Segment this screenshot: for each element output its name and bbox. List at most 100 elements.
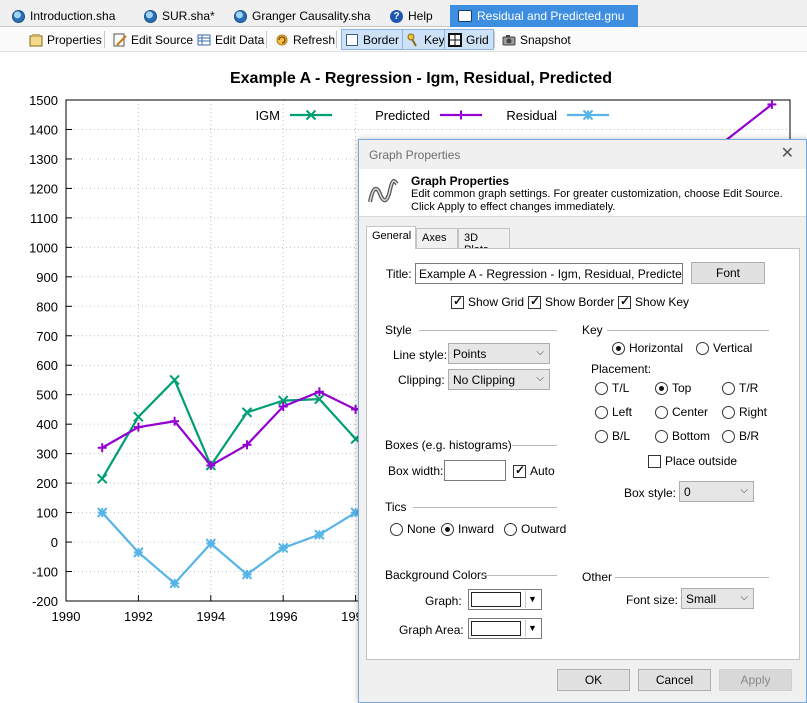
properties-icon xyxy=(29,33,43,47)
tab-help[interactable]: ? Help xyxy=(382,5,444,27)
placement-top-radio[interactable]: Top xyxy=(655,381,691,395)
tab-sur[interactable]: SUR.sha* xyxy=(136,5,224,27)
toolbar-separator xyxy=(494,31,495,48)
placement-right-radio[interactable]: Right xyxy=(722,405,767,419)
y-tick-label: 600 xyxy=(36,358,58,373)
tics-none-radio[interactable]: None xyxy=(390,522,436,536)
clipping-select[interactable]: No Clipping ⌵ xyxy=(448,369,550,390)
dialog-header: Graph Properties Edit common graph setti… xyxy=(359,169,806,217)
tab-3d-plots[interactable]: 3D Plots xyxy=(458,228,510,256)
tics-outward-label: Outward xyxy=(521,522,567,536)
refresh-button[interactable]: Refresh xyxy=(272,29,339,50)
data-point-residual xyxy=(96,507,108,518)
graph-color-picker[interactable]: ▼ xyxy=(468,589,542,610)
placement-bl-radio[interactable]: B/L xyxy=(595,429,630,443)
y-tick-label: 400 xyxy=(36,417,58,432)
placement-bottom-radio[interactable]: Bottom xyxy=(655,429,710,443)
radio-dot xyxy=(504,522,517,536)
placement-tr-label: T/R xyxy=(739,381,759,395)
graph-toolbar: Properties Edit Source Edit Data Refresh… xyxy=(0,27,807,52)
auto-checkbox[interactable]: Auto xyxy=(513,463,555,478)
boxes-group-label: Boxes (e.g. histograms) xyxy=(385,438,512,452)
key-icon xyxy=(406,33,420,47)
placement-br-radio[interactable]: B/R xyxy=(722,429,759,443)
edit-source-button[interactable]: Edit Source xyxy=(110,29,197,50)
title-label: Title: xyxy=(386,267,412,281)
y-tick-label: -200 xyxy=(32,594,58,609)
cancel-button[interactable]: Cancel xyxy=(638,669,711,691)
line-style-select[interactable]: Points ⌵ xyxy=(448,343,550,364)
properties-button[interactable]: Properties xyxy=(26,29,106,50)
tab-axes[interactable]: Axes xyxy=(416,228,458,248)
show-border-label: Show Border xyxy=(545,295,615,309)
horizontal-label: Horizontal xyxy=(629,341,684,355)
y-tick-label: 1000 xyxy=(29,240,58,255)
border-icon xyxy=(345,33,359,47)
ok-button[interactable]: OK xyxy=(557,669,630,691)
graph-area-color-picker[interactable]: ▼ xyxy=(468,618,542,639)
show-grid-label: Show Grid xyxy=(468,295,525,309)
box-style-select[interactable]: 0 ⌵ xyxy=(679,481,754,502)
placement-tr-radio[interactable]: T/R xyxy=(722,381,758,395)
x-tick-label: 1996 xyxy=(269,609,298,624)
document-icon xyxy=(144,9,157,23)
edit-source-icon xyxy=(113,33,127,47)
y-tick-label: 0 xyxy=(51,535,58,550)
edit-data-button[interactable]: Edit Data xyxy=(194,29,268,50)
place-outside-checkbox[interactable]: Place outside xyxy=(648,454,737,468)
y-tick-label: 300 xyxy=(36,447,58,462)
data-point-residual xyxy=(169,578,180,589)
y-tick-label: 900 xyxy=(36,270,58,285)
chevron-down-icon: ▼ xyxy=(525,620,539,637)
tics-inward-radio[interactable]: Inward xyxy=(441,522,494,536)
placement-center-radio[interactable]: Center xyxy=(655,405,708,419)
show-key-label: Show Key xyxy=(635,295,690,309)
placement-left-radio[interactable]: Left xyxy=(595,405,632,419)
radio-dot xyxy=(595,381,608,395)
tab-granger-causality[interactable]: Granger Causality.sha xyxy=(226,5,378,27)
radio-dot xyxy=(612,341,625,355)
key-group-label: Key xyxy=(582,323,603,337)
title-input[interactable]: Example A - Regression - Igm, Residual, … xyxy=(415,263,683,284)
grid-toggle[interactable]: Grid xyxy=(444,29,494,50)
box-width-label: Box width: xyxy=(388,464,444,478)
legend-marker xyxy=(456,110,466,120)
box-width-input[interactable] xyxy=(444,460,506,481)
tab-general[interactable]: General xyxy=(366,226,416,249)
y-tick-label: 1300 xyxy=(29,152,58,167)
toolbar-separator xyxy=(266,31,267,48)
place-outside-label: Place outside xyxy=(665,454,738,468)
tics-none-label: None xyxy=(407,522,436,536)
y-tick-label: 1400 xyxy=(29,122,58,137)
placement-tl-radio[interactable]: T/L xyxy=(595,381,629,395)
font-button[interactable]: Font xyxy=(691,262,765,284)
apply-button[interactable]: Apply xyxy=(719,669,792,691)
snapshot-button[interactable]: Snapshot xyxy=(499,29,575,50)
key-toggle[interactable]: Key xyxy=(402,29,450,50)
vertical-label: Vertical xyxy=(713,341,753,355)
group-divider xyxy=(413,507,557,508)
tics-outward-radio[interactable]: Outward xyxy=(504,522,566,536)
key-vertical-radio[interactable]: Vertical xyxy=(696,341,752,355)
tab-introduction[interactable]: Introduction.sha xyxy=(4,5,134,27)
close-icon[interactable]: ✕ xyxy=(781,143,794,163)
key-horizontal-radio[interactable]: Horizontal xyxy=(612,341,683,355)
clipping-value: No Clipping xyxy=(453,373,516,387)
graph-properties-dialog: Graph Properties ✕ Graph Properties Edit… xyxy=(358,139,807,703)
radio-dot xyxy=(696,341,709,355)
font-size-select[interactable]: Small ⌵ xyxy=(681,588,754,609)
chevron-down-icon: ⌵ xyxy=(740,592,748,603)
show-key-checkbox[interactable]: Show Key xyxy=(618,294,690,309)
data-point-residual xyxy=(314,529,325,540)
checkbox-box xyxy=(618,294,631,309)
radio-dot xyxy=(655,429,668,443)
key-label: Key xyxy=(424,32,445,47)
show-border-checkbox[interactable]: Show Border xyxy=(528,294,615,309)
y-tick-label: 100 xyxy=(36,506,58,521)
y-tick-label: 1200 xyxy=(29,181,58,196)
show-grid-checkbox[interactable]: Show Grid xyxy=(451,294,525,309)
tab-residual-predicted[interactable]: Residual and Predicted.gnu xyxy=(450,5,638,27)
group-divider xyxy=(615,577,769,578)
legend-label: Predicted xyxy=(375,108,430,123)
border-toggle[interactable]: Border xyxy=(341,29,405,50)
